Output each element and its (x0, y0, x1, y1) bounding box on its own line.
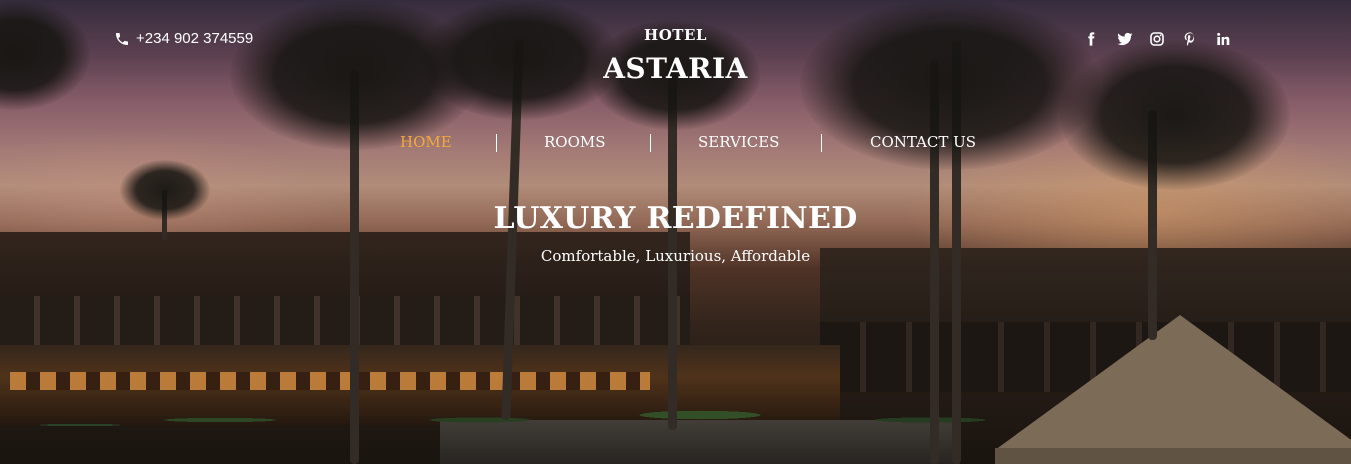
brand-name: ASTARIA (603, 52, 748, 85)
nav-divider (821, 134, 822, 152)
social-links (1083, 30, 1231, 48)
nav-divider (496, 134, 497, 152)
hero-headline: LUXURY REDEFINED (493, 201, 858, 236)
hero-tagline: Comfortable, Luxurious, Affordable (540, 247, 811, 265)
nav-home[interactable]: HOME (400, 133, 452, 151)
linkedin-icon[interactable] (1215, 30, 1231, 48)
pinterest-icon[interactable] (1182, 30, 1198, 48)
twitter-icon[interactable] (1116, 30, 1133, 48)
nav-rooms[interactable]: ROOMS (544, 133, 606, 151)
facebook-icon[interactable] (1083, 30, 1099, 48)
nav-contact-us[interactable]: CONTACT US (870, 133, 976, 151)
hero-banner: +234 902 374559 HOTEL ASTARIA HOME ROOMS… (0, 0, 1351, 464)
instagram-icon[interactable] (1149, 30, 1165, 48)
nav-divider (650, 134, 651, 152)
main-nav: HOME ROOMS SERVICES CONTACT US (0, 133, 1351, 153)
nav-services[interactable]: SERVICES (698, 133, 779, 151)
